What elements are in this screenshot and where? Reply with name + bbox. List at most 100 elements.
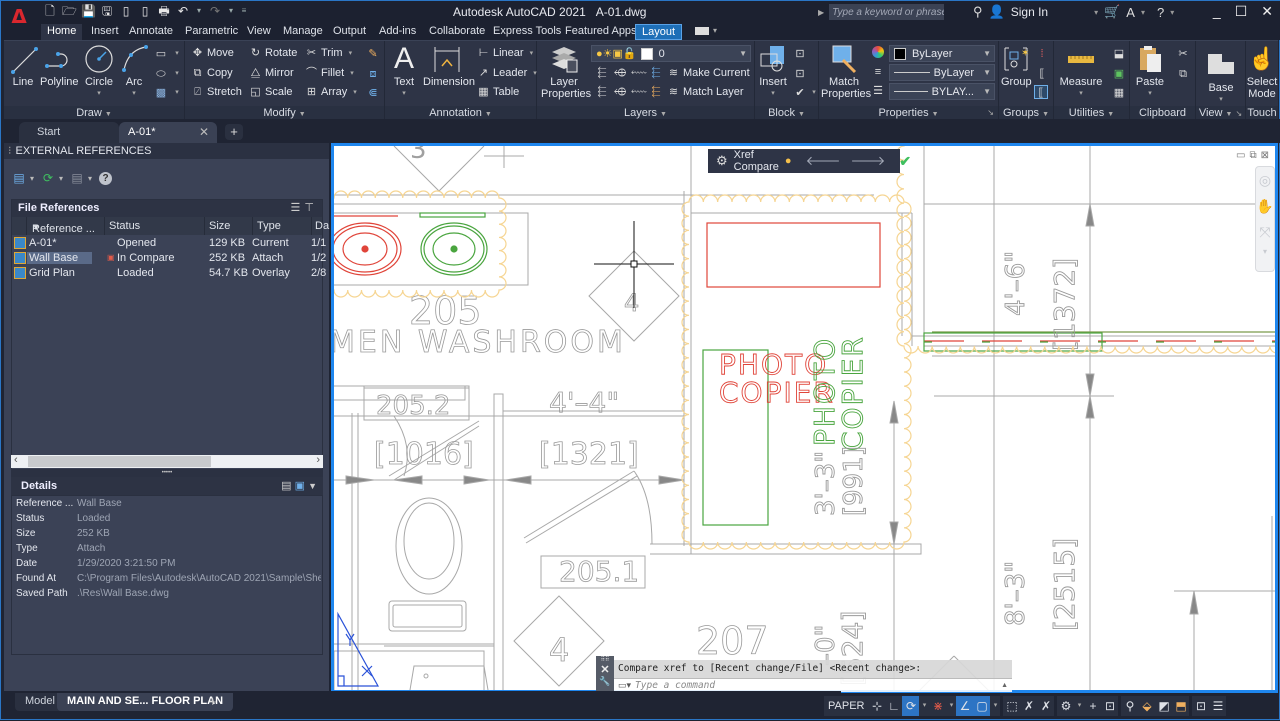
group-edit-icon[interactable]: ⟦ [1035,67,1049,81]
coordinates-icon[interactable]: ⊹ [868,696,885,716]
properties-panel-title[interactable]: Properties ▼ ↘ [819,106,998,120]
sign-in-dropdown-icon[interactable]: ▾ [1094,8,1098,17]
list-view-icon[interactable]: ☰ [291,202,305,214]
osnap-icon[interactable]: ▢ [973,696,991,716]
save-icon[interactable]: 💾 [81,4,96,18]
quick-properties-icon[interactable]: ⚲ [1121,696,1138,716]
object-color-icon[interactable] [871,46,885,60]
auto-scale-icon[interactable]: ✗ [1037,696,1054,716]
next-change-icon[interactable]: 🡒 [850,153,885,169]
text-button[interactable]: A Text ▾ [389,44,419,100]
ribbon-minimize-dropdown-icon[interactable]: ▾ [713,26,717,35]
arc-button[interactable]: Arc ▾ [120,44,148,100]
save-to-web-icon[interactable]: ▯ [138,4,152,18]
reference-row[interactable]: Grid Plan Loaded 54.7 KB Overlay 2/8 [12,266,326,281]
clipboard-panel-title[interactable]: Clipboard [1130,106,1195,120]
text-dropdown-icon[interactable]: ▾ [389,88,419,100]
edit-block-icon[interactable]: ⊡ [793,67,807,81]
line-button[interactable]: Line [8,44,38,88]
cut-icon[interactable]: ✂ [1176,47,1190,61]
quick-select-icon[interactable]: ▣ [1112,67,1126,81]
open-icon[interactable]: 🗁 [62,4,77,18]
create-block-icon[interactable]: ⊡ [793,47,807,61]
tab-parametric[interactable]: Parametric [179,24,244,40]
match-properties-button[interactable]: Match Properties [821,44,871,100]
workspace-dropdown-icon[interactable]: ▾ [1074,696,1084,716]
tab-layout[interactable]: Layout [635,24,683,40]
erase-icon[interactable]: ✎ [366,47,380,61]
command-history-up-icon[interactable]: ▲ [1001,682,1008,689]
lineweight-dropdown[interactable]: BYLAY... ▼ [889,83,995,100]
palette-title-bar[interactable]: ⁝ EXTERNAL REFERENCES [4,143,329,159]
command-prompt-icon[interactable]: ▭▾ [618,680,631,691]
insert-dropdown-icon[interactable]: ▾ [757,88,789,100]
modify-panel-title[interactable]: Modify ▼ [185,106,384,120]
attach-dwg-icon[interactable]: ▤ [12,171,26,185]
annotation-panel-title[interactable]: Annotation ▼ [385,106,536,120]
layer-unisolate-icon[interactable]: ⬲ [613,85,627,99]
make-current-button[interactable]: ≋ Make Current [667,65,750,81]
redo-icon[interactable]: ↷ [208,4,222,18]
minimize-button[interactable]: _ [1213,3,1221,20]
scale-button[interactable]: ◱ Scale [249,84,292,100]
change-path-dropdown-icon[interactable]: ▾ [88,174,92,183]
reference-row[interactable]: Wall Base ▣ In Compare 252 KB Attach 1/2 [12,251,326,266]
plot-icon[interactable]: 🖶 [157,4,171,18]
leader-button[interactable]: ↗ Leader ▾ [477,65,537,81]
pan-hand-icon[interactable]: ✋ [1256,193,1274,219]
viewport-restore-icon[interactable]: ⧉ [1249,150,1256,161]
edit-attributes-icon[interactable]: ✔ [793,86,807,100]
fillet-dropdown-icon[interactable]: ▾ [350,69,354,77]
polyline-button[interactable]: Polyline [40,44,79,88]
paste-button[interactable]: Paste ▾ [1134,44,1166,100]
workspace-gear-icon[interactable]: ⚙ [1057,696,1074,716]
tab-output[interactable]: Output [327,24,372,40]
linear-button[interactable]: ⊢ Linear ▾ [477,45,533,61]
group-selection-icon[interactable]: ⟦ [1034,85,1048,99]
close-button[interactable]: ✕ [1261,3,1273,20]
close-command-line-icon[interactable]: ✕ [596,664,614,676]
maximize-button[interactable]: ☐ [1235,3,1248,20]
id-point-icon[interactable]: ⬓ [1112,47,1126,61]
scroll-left-icon[interactable]: ‹ [14,454,18,466]
refresh-dropdown-icon[interactable]: ▾ [59,174,63,183]
help-icon[interactable]: ? [1157,5,1164,20]
array-button[interactable]: ⊞ Array ▾ [305,84,357,100]
isolate-objects-icon[interactable]: ◩ [1155,696,1172,716]
insert-button[interactable]: Insert ▾ [757,44,789,100]
block-panel-title[interactable]: Block ▼ [755,106,818,120]
close-tab-icon[interactable]: ✕ [199,125,209,139]
tab-add-ins[interactable]: Add-ins [373,24,422,40]
search-input[interactable] [829,4,945,20]
details-dropdown-icon[interactable]: ▼ [308,481,317,491]
reference-row[interactable]: A-01* Opened 129 KB Current 1/1 [12,236,326,251]
layer-lock-icon[interactable]: ⬱ [649,66,663,80]
new-tab-button[interactable]: + [225,124,243,140]
refresh-icon[interactable]: ⟳ [41,171,55,185]
col-size[interactable]: Size [209,220,230,232]
color-dropdown[interactable]: ByLayer ▼ [889,45,995,62]
expand-search-icon[interactable]: ▶ [818,8,824,17]
select-mode-button[interactable]: ☝ Select Mode [1246,44,1278,100]
layer-dropdown[interactable]: ●☀▣🔓 0 ▼ [591,45,751,62]
customize-icon[interactable]: ≡ [240,4,248,18]
base-button[interactable]: Base ▾ [1202,50,1240,106]
viewport-close-icon[interactable]: ⊠ [1261,150,1269,161]
col-date[interactable]: Da [315,220,329,232]
navbar-dropdown-icon[interactable]: ▾ [1256,245,1274,259]
open-from-web-icon[interactable]: ▯ [119,4,133,18]
attach-dropdown-icon[interactable]: ▾ [30,174,34,183]
annotation-visibility-icon[interactable]: ✗ [1020,696,1037,716]
scroll-right-icon[interactable]: › [316,454,320,466]
linear-dropdown-icon[interactable]: ▾ [530,49,534,57]
selection-cycling-icon[interactable]: ⬚ [1003,696,1020,716]
hatch-icon[interactable]: ▩ [154,86,168,100]
layer-freeze-icon[interactable]: ⬳ [631,66,647,80]
measure-dropdown-icon[interactable]: ▾ [1058,88,1104,100]
tab-featured-apps[interactable]: Featured Apps [559,24,643,40]
doc-tab-a01[interactable]: A-01* ✕ [119,122,217,143]
lock-ui-icon[interactable]: ⬙ [1138,696,1155,716]
undo-icon[interactable]: ↶ [176,4,190,18]
mirror-button[interactable]: ⧋ Mirror [249,65,294,81]
base-dropdown-icon[interactable]: ▾ [1202,94,1240,106]
